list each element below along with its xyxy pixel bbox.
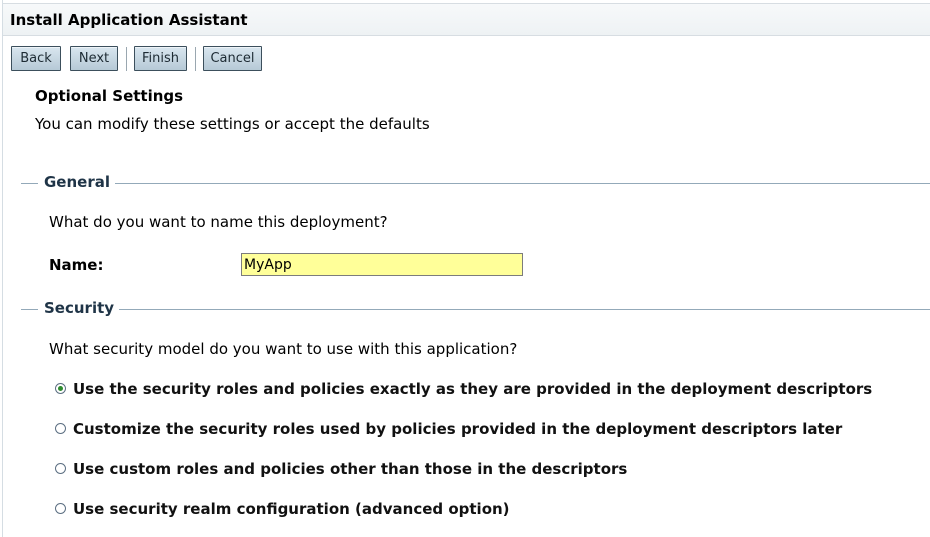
section-divider xyxy=(111,183,930,184)
radio-button[interactable] xyxy=(55,463,66,474)
window-title: Install Application Assistant xyxy=(10,11,248,29)
name-field-label: Name: xyxy=(49,256,104,274)
page-description: You can modify these settings or accept … xyxy=(35,115,430,133)
finish-button[interactable]: Finish xyxy=(134,46,187,71)
section-divider xyxy=(21,183,38,184)
cancel-button[interactable]: Cancel xyxy=(203,46,262,71)
security-section-title: Security xyxy=(44,299,120,317)
title-bar: Install Application Assistant xyxy=(3,3,930,36)
security-option-label[interactable]: Use security realm configuration (advanc… xyxy=(73,500,510,518)
section-divider xyxy=(117,309,930,310)
toolbar-separator xyxy=(126,47,127,71)
deployment-name-question: What do you want to name this deployment… xyxy=(49,213,388,231)
section-divider xyxy=(21,309,38,310)
back-button[interactable]: Back xyxy=(11,46,61,71)
general-section-header: General xyxy=(21,173,930,193)
general-section-title: General xyxy=(44,173,115,191)
assistant-panel: Install Application Assistant Back Next … xyxy=(2,0,930,537)
security-model-question: What security model do you want to use w… xyxy=(49,340,518,358)
radio-button-selected[interactable] xyxy=(55,383,66,394)
radio-button[interactable] xyxy=(55,423,66,434)
page-heading: Optional Settings xyxy=(35,87,184,105)
security-option-label[interactable]: Use the security roles and policies exac… xyxy=(73,380,872,398)
security-section-header: Security xyxy=(21,299,930,319)
next-button[interactable]: Next xyxy=(70,46,118,71)
name-input[interactable] xyxy=(241,253,523,276)
security-option-label[interactable]: Use custom roles and policies other than… xyxy=(73,460,627,478)
radio-button[interactable] xyxy=(55,503,66,514)
security-option-label[interactable]: Customize the security roles used by pol… xyxy=(73,420,842,438)
toolbar-separator xyxy=(195,47,196,71)
